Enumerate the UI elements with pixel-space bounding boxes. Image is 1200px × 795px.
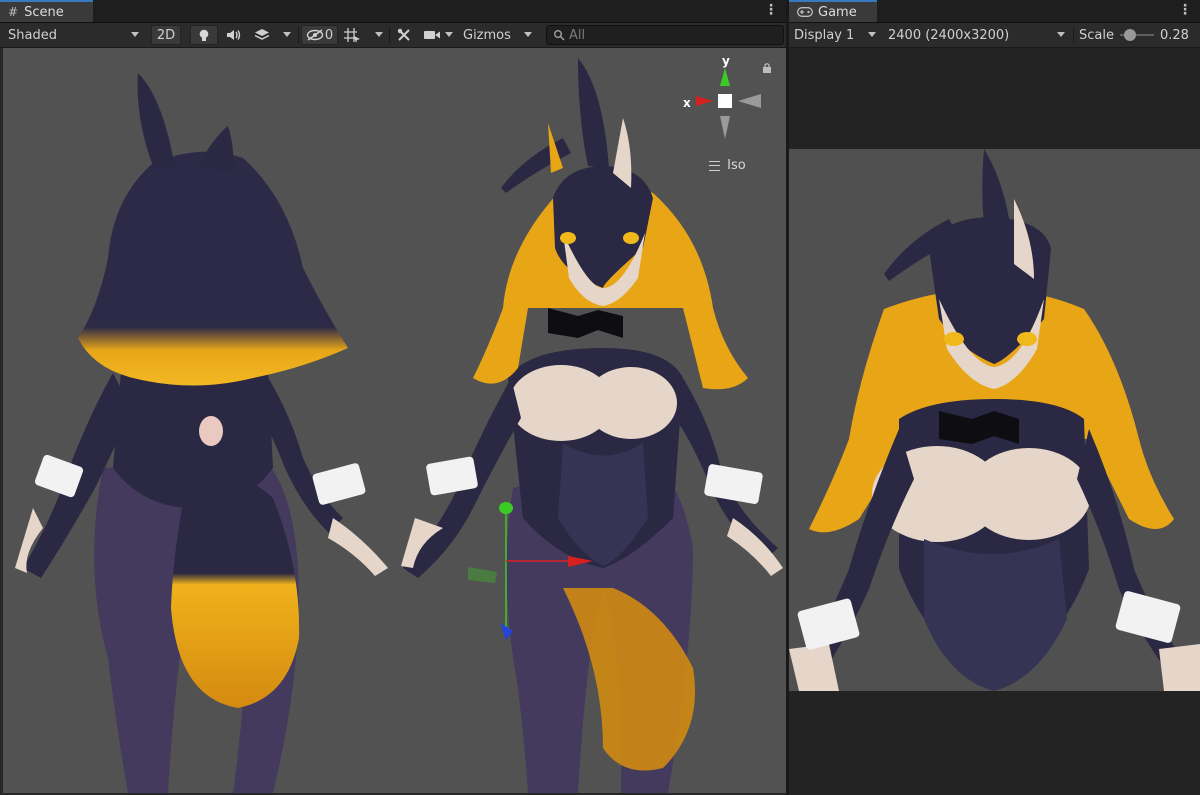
- camera-icon: [424, 31, 440, 39]
- lock-icon[interactable]: [762, 62, 772, 74]
- scale-slider-thumb[interactable]: [1123, 29, 1136, 41]
- resolution-dropdown[interactable]: 2400 (2400x3200): [884, 25, 1070, 45]
- grid-snap-icon: [344, 28, 360, 43]
- scene-panel: # Scene ⋮ Shaded 2D 0 Gizmos All y x Iso: [0, 0, 786, 795]
- game-letterbox-top: [789, 48, 1200, 149]
- chevron-down-icon: [524, 32, 532, 37]
- display-dropdown[interactable]: Display 1: [789, 25, 881, 45]
- audio-toggle-button[interactable]: [222, 25, 246, 45]
- toolbar-divider: [389, 27, 390, 43]
- scale-label: Scale: [1079, 27, 1114, 43]
- scene-search-input[interactable]: All: [546, 25, 784, 45]
- gizmos-label: Gizmos: [463, 27, 511, 43]
- chevron-down-icon: [131, 32, 139, 37]
- lighting-toggle-button[interactable]: [190, 25, 218, 45]
- scene-tab-bar: # Scene ⋮: [0, 0, 786, 23]
- speaker-icon: [227, 30, 241, 40]
- game-view[interactable]: [789, 149, 1200, 691]
- lightbulb-icon: [199, 29, 209, 41]
- scene-grid-icon: #: [8, 5, 19, 19]
- grid-snapping-dropdown[interactable]: [340, 25, 388, 45]
- hidden-eye-icon: [306, 29, 324, 41]
- projection-label: Iso: [727, 158, 746, 173]
- game-toolbar: Display 1 2400 (2400x3200) Scale 0.28: [789, 23, 1200, 48]
- game-tab-label: Game: [818, 4, 857, 20]
- chevron-down-icon: [445, 32, 453, 37]
- search-placeholder: All: [569, 27, 586, 43]
- tools-icon: [397, 28, 410, 41]
- shading-mode-dropdown[interactable]: Shaded: [2, 25, 144, 45]
- toggle-2d-button[interactable]: 2D: [151, 25, 181, 45]
- orientation-gizmo[interactable]: [683, 56, 773, 166]
- layers-icon: [254, 29, 270, 40]
- character-model-back[interactable]: [3, 48, 786, 793]
- scene-menu-icon[interactable]: ⋮: [764, 2, 778, 18]
- tools-button[interactable]: [392, 25, 416, 45]
- menu-lines-icon: [709, 160, 720, 171]
- scene-visibility-button[interactable]: 0: [301, 25, 338, 45]
- gamepad-icon: [797, 7, 813, 17]
- scale-control: Scale 0.28: [1079, 25, 1200, 45]
- scale-value: 0.28: [1159, 27, 1189, 43]
- gizmos-dropdown[interactable]: Gizmos: [459, 25, 537, 45]
- effects-dropdown[interactable]: [250, 25, 296, 45]
- camera-settings-dropdown[interactable]: [420, 25, 458, 45]
- scale-slider[interactable]: [1119, 28, 1154, 42]
- projection-toggle[interactable]: Iso: [709, 158, 746, 173]
- chevron-down-icon: [1057, 32, 1065, 37]
- game-panel: Game ⋮ Display 1 2400 (2400x3200) Scale …: [789, 0, 1200, 795]
- display-label: Display 1: [794, 27, 855, 43]
- chevron-down-icon: [868, 32, 876, 37]
- game-letterbox-bottom: [789, 691, 1200, 795]
- resolution-label: 2400 (2400x3200): [888, 27, 1010, 43]
- toolbar-divider: [1073, 27, 1074, 43]
- gizmo-y-label: y: [722, 54, 730, 68]
- game-tab-bar: Game ⋮: [789, 0, 1200, 23]
- chevron-down-icon: [375, 32, 383, 37]
- search-icon: [554, 30, 565, 41]
- game-render-character: [789, 149, 1200, 691]
- scene-tab[interactable]: # Scene: [0, 0, 93, 22]
- toggle-2d-label: 2D: [156, 27, 176, 43]
- gizmo-x-label: x: [683, 96, 691, 110]
- game-menu-icon[interactable]: ⋮: [1178, 2, 1192, 18]
- shading-mode-label: Shaded: [8, 27, 57, 43]
- chevron-down-icon: [283, 32, 291, 37]
- scene-toolbar: Shaded 2D 0 Gizmos All: [0, 23, 786, 48]
- scene-tab-label: Scene: [24, 4, 64, 20]
- toolbar-divider: [298, 27, 299, 43]
- game-tab[interactable]: Game: [789, 0, 877, 22]
- scene-viewport[interactable]: y x Iso: [3, 48, 786, 793]
- hidden-count: 0: [324, 27, 334, 43]
